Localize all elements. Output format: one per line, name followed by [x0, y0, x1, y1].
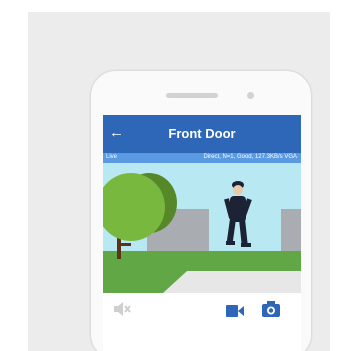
video-scene-illustration — [103, 163, 301, 293]
live-label: Live — [106, 154, 118, 160]
stream-status-bar: Live Direct, N=1, Good, 127.3KB/s VGA — [103, 153, 301, 163]
camera-icon[interactable] — [262, 301, 280, 322]
live-video-feed[interactable] — [103, 163, 301, 293]
speaker-grille — [166, 93, 218, 98]
connection-info: Direct, N=1, Good, 127.3KB/s VGA — [203, 154, 297, 160]
sidewalk — [163, 271, 301, 293]
phone-frame: ← Front Door Live Direct, N=1, Good, 127… — [90, 70, 312, 351]
controls-bar — [103, 293, 301, 327]
page-title: Front Door — [168, 126, 236, 141]
front-camera — [247, 92, 254, 99]
app-screen: ← Front Door Live Direct, N=1, Good, 127… — [103, 115, 301, 351]
app-bar: ← Front Door — [103, 115, 301, 153]
video-camera-icon[interactable] — [226, 304, 244, 322]
speaker-muted-icon[interactable] — [113, 301, 131, 322]
background-building-right — [281, 209, 301, 257]
